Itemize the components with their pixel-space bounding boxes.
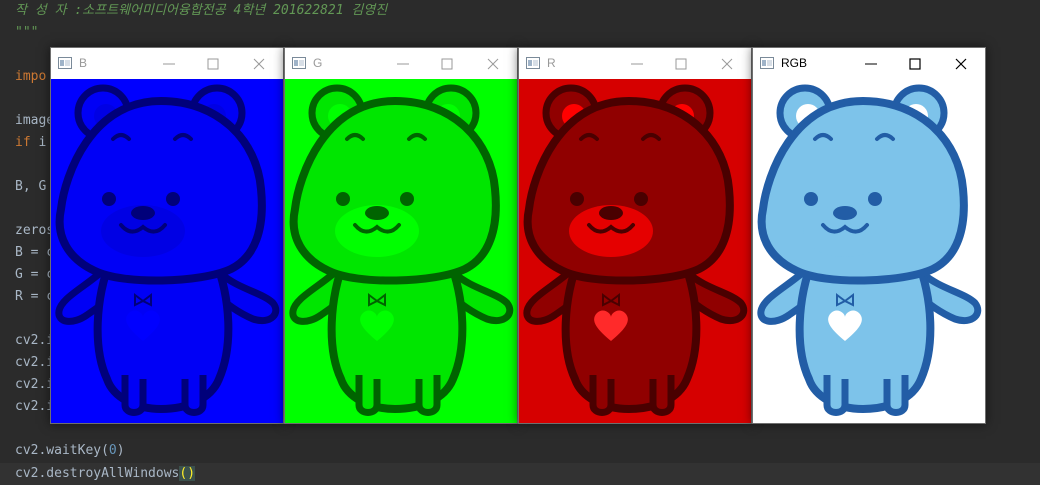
- minimize-icon[interactable]: [393, 54, 413, 74]
- code-line: cv2.i: [15, 330, 54, 352]
- window-app-icon: [760, 57, 774, 69]
- window-title: RGB: [781, 56, 808, 70]
- code-line: impo: [15, 66, 46, 88]
- code-line: G = c: [15, 264, 54, 286]
- code-token: if: [15, 135, 31, 150]
- code-token: G = c: [15, 267, 55, 282]
- channel-image-red: [519, 79, 751, 423]
- code-token: cv2.i: [15, 399, 55, 414]
- window-title: G: [313, 56, 323, 70]
- code-token: """: [15, 25, 39, 40]
- channel-image-green: [285, 79, 517, 423]
- close-icon[interactable]: [483, 54, 503, 74]
- code-token: i: [30, 135, 47, 150]
- window-title: B: [79, 56, 88, 70]
- opencv-window-rgb[interactable]: RGB: [752, 47, 986, 424]
- code-line: cv2.destroyAllWindows(): [15, 463, 196, 485]
- window-app-icon: [58, 57, 72, 69]
- code-token: cv2.destroyAllWindows: [15, 466, 180, 481]
- window-titlebar[interactable]: RGB: [753, 48, 985, 79]
- window-titlebar[interactable]: B: [51, 48, 283, 79]
- minimize-icon[interactable]: [861, 54, 881, 74]
- window-app-icon: [292, 57, 306, 69]
- code-token: zeros: [15, 223, 55, 238]
- code-token: 작 성 자 :소프트웨어미디어융합전공 4학년 201622821 김영진: [15, 3, 388, 18]
- code-line: cv2.waitKey(0): [15, 440, 125, 462]
- bear-illustration: [519, 79, 751, 423]
- minimize-icon[interactable]: [159, 54, 179, 74]
- code-line: B = c: [15, 242, 54, 264]
- code-token: ): [116, 443, 125, 458]
- code-token: cv2.i: [15, 377, 55, 392]
- code-token: image: [15, 113, 55, 128]
- close-icon[interactable]: [249, 54, 269, 74]
- window-titlebar[interactable]: R: [519, 48, 751, 79]
- code-line: """: [15, 22, 38, 44]
- code-token: B, G: [15, 179, 47, 194]
- maximize-icon[interactable]: [437, 54, 457, 74]
- code-token: 0: [108, 443, 117, 458]
- maximize-icon[interactable]: [203, 54, 223, 74]
- code-token: impo: [15, 69, 47, 84]
- bear-illustration: [285, 79, 517, 423]
- window-title: R: [547, 56, 556, 70]
- code-line: R = c: [15, 286, 54, 308]
- code-line: image: [15, 110, 54, 132]
- code-token: (): [179, 466, 196, 481]
- minimize-icon[interactable]: [627, 54, 647, 74]
- maximize-icon[interactable]: [671, 54, 691, 74]
- opencv-window-r[interactable]: R: [518, 47, 752, 424]
- bear-illustration: [51, 79, 283, 423]
- window-app-icon: [526, 57, 540, 69]
- channel-image-blue: [51, 79, 283, 423]
- code-line: cv2.i: [15, 374, 54, 396]
- code-token: B = c: [15, 245, 55, 260]
- code-line: zeros: [15, 220, 54, 242]
- opencv-window-g[interactable]: G: [284, 47, 518, 424]
- opencv-window-b[interactable]: B: [50, 47, 284, 424]
- code-line: B, G: [15, 176, 46, 198]
- close-icon[interactable]: [951, 54, 971, 74]
- code-token: R = c: [15, 289, 55, 304]
- code-line: if i: [15, 132, 46, 154]
- code-line: 작 성 자 :소프트웨어미디어융합전공 4학년 201622821 김영진: [15, 0, 387, 22]
- code-token: cv2.waitKey(: [15, 443, 109, 458]
- maximize-icon[interactable]: [905, 54, 925, 74]
- close-icon[interactable]: [717, 54, 737, 74]
- code-token: cv2.i: [15, 333, 55, 348]
- code-line: cv2.i: [15, 352, 54, 374]
- code-token: cv2.i: [15, 355, 55, 370]
- channel-image-rgb: [753, 79, 985, 423]
- code-line: cv2.i: [15, 396, 54, 418]
- window-titlebar[interactable]: G: [285, 48, 517, 79]
- bear-illustration: [753, 79, 985, 423]
